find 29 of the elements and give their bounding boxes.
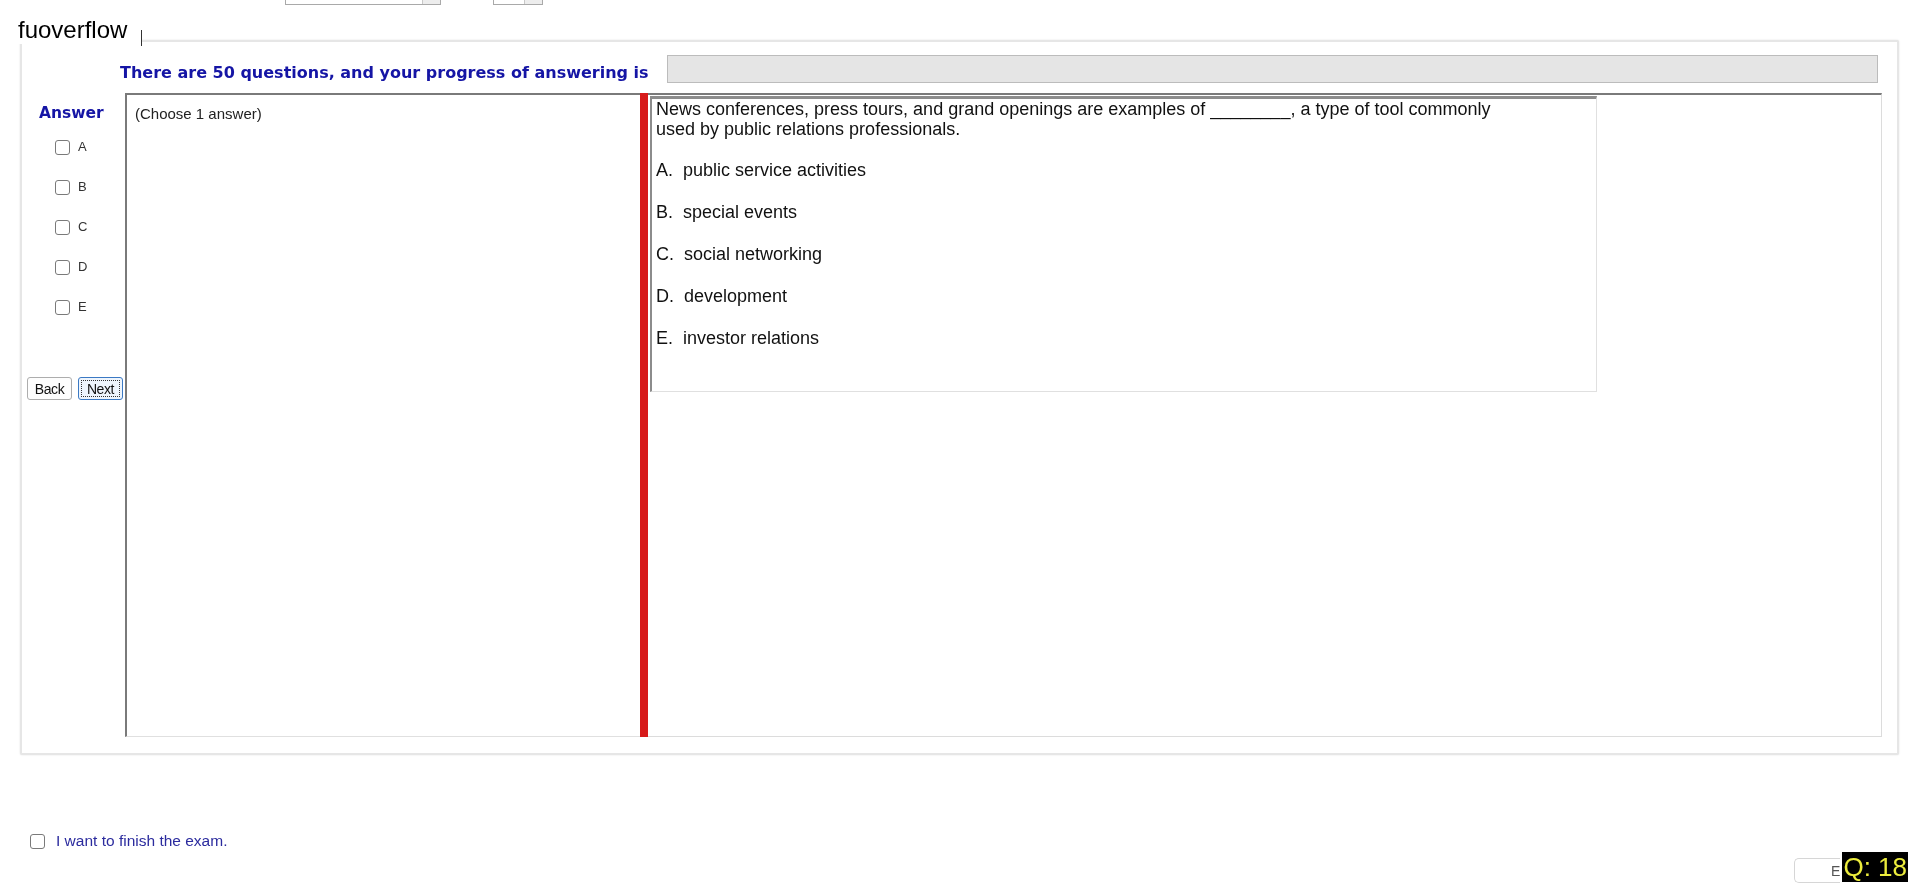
notes-text: (Choose 1 answer) [135, 105, 262, 122]
next-button[interactable]: Next [78, 377, 123, 400]
answer-option: A. public service activities [656, 160, 1596, 180]
back-button[interactable]: Back [27, 377, 72, 400]
checkbox[interactable] [55, 259, 70, 275]
checkbox[interactable] [55, 139, 70, 155]
checkbox[interactable] [55, 299, 70, 315]
notes-box[interactable]: (Choose 1 answer) [125, 93, 640, 737]
progress-label: There are 50 questions, and your progress of answering is [120, 63, 649, 82]
text-cursor [141, 30, 143, 46]
small-field[interactable] [493, 0, 543, 5]
answer-option: C. social networking [656, 244, 1596, 264]
exit-button[interactable]: E [1794, 858, 1840, 883]
answer-option: E. investor relations [656, 328, 1596, 348]
question-text: News conferences, press tours, and grand openings are examples of ________, a type of tool commonly used by public relations professionals. [656, 99, 1492, 139]
option-letter: D [78, 259, 88, 275]
option-letter: E [78, 299, 87, 315]
checkbox[interactable] [30, 833, 45, 849]
checkbox[interactable] [55, 219, 70, 235]
option-letter: B [78, 179, 87, 195]
option-letter: A [78, 139, 87, 155]
checkbox[interactable] [55, 179, 70, 195]
answer-heading: Answer [39, 104, 105, 122]
answer-option: B. special events [656, 202, 1596, 222]
answer-option: D. development [656, 286, 1596, 306]
dropdown-field[interactable] [285, 0, 441, 5]
option-letter: C [78, 219, 88, 235]
question-number-badge: Q: 18 [1842, 852, 1908, 882]
finish-exam-label[interactable]: I want to finish the exam. [56, 832, 228, 850]
